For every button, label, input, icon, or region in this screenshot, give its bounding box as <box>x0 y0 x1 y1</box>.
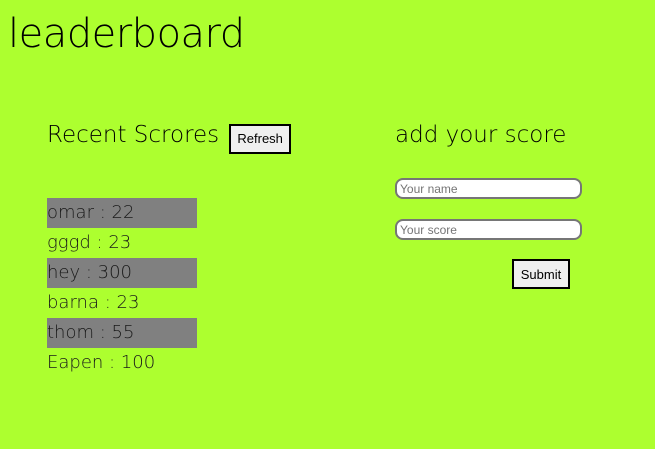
score-input[interactable] <box>395 219 582 240</box>
score-list: omar : 22 gggd : 23 hey : 300 barna : 23… <box>47 198 347 378</box>
submit-button[interactable]: Submit <box>512 259 570 289</box>
score-list-item: hey : 300 <box>47 258 197 288</box>
add-score-form: Submit <box>395 178 595 289</box>
recent-scores-section: Recent Scrores Refresh omar : 22 gggd : … <box>47 118 347 378</box>
score-list-item: thom : 55 <box>47 318 197 348</box>
add-score-heading: add your score <box>395 122 567 148</box>
name-input[interactable] <box>395 178 582 199</box>
refresh-button[interactable]: Refresh <box>229 123 292 154</box>
recent-scores-header: Recent Scrores Refresh <box>47 118 347 154</box>
page-title: leaderboard <box>8 11 245 57</box>
score-list-item: gggd : 23 <box>47 232 132 253</box>
score-list-item: omar : 22 <box>47 198 197 228</box>
score-list-item: Eapen : 100 <box>47 352 156 373</box>
score-list-item: barna : 23 <box>47 292 140 313</box>
recent-scores-heading: Recent Scrores <box>47 122 220 148</box>
add-score-section: add your score Submit <box>395 118 595 289</box>
